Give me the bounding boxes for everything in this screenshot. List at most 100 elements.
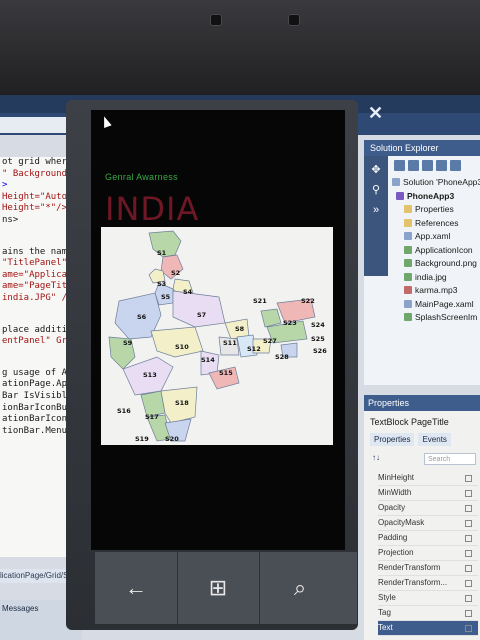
image-icon	[404, 313, 412, 321]
property-row[interactable]: Tag	[378, 606, 478, 621]
folder-icon	[404, 218, 412, 227]
properties-panel: Properties TextBlock PageTitle Propertie…	[364, 395, 480, 640]
india-map: S1 S2 S3 S4 S5 S6 S7 S8 S9 S10 S11 S12 S13 S14 S15 S16 S…	[108, 230, 327, 443]
image-icon	[404, 259, 412, 267]
property-row[interactable]: Projection	[378, 546, 478, 561]
state-label: S20	[165, 435, 179, 443]
solution-explorer-toolbar	[394, 158, 480, 172]
state-label: S23	[283, 319, 297, 327]
tree-item[interactable]: Background.png	[404, 257, 477, 270]
property-name: Tag	[378, 608, 391, 617]
view-designer-icon[interactable]	[450, 160, 461, 171]
tree-item[interactable]: SplashScreenIm	[404, 311, 477, 324]
image-icon	[404, 272, 412, 281]
bezel-button	[210, 14, 222, 26]
monitor-bezel	[0, 0, 480, 95]
state-label: S18	[175, 399, 189, 407]
state-label: S7	[197, 311, 206, 319]
tree-item-label: Properties	[415, 204, 454, 214]
tree-item[interactable]: karma.mp3	[404, 284, 458, 297]
state-label: S19	[135, 435, 149, 443]
move-icon[interactable]: ✥	[370, 164, 382, 176]
project-icon	[396, 191, 404, 200]
phone-hardware-buttons: ← ⊞ ⌕	[95, 552, 357, 624]
state-label: S16	[117, 407, 131, 415]
state-label: S28	[275, 353, 289, 361]
properties-title: Properties	[364, 395, 480, 411]
tree-item[interactable]: india.jpg	[404, 271, 447, 284]
state-label: S4	[183, 288, 193, 296]
show-all-files-icon[interactable]	[408, 160, 419, 171]
property-row[interactable]: MinWidth	[378, 486, 478, 501]
tree-item-label: SplashScreenIm	[415, 312, 478, 322]
file-icon	[404, 232, 412, 240]
folder-icon	[404, 205, 412, 213]
back-button[interactable]: ←	[95, 552, 178, 624]
property-name: MinHeight	[378, 473, 415, 482]
property-name: RenderTransform	[378, 563, 441, 572]
property-row[interactable]: Style	[378, 591, 478, 606]
state-label: S3	[157, 280, 166, 288]
property-name: Style	[378, 593, 396, 602]
property-marker-icon	[465, 475, 472, 482]
tree-item[interactable]: PhoneApp3	[396, 190, 454, 203]
map-region	[172, 290, 226, 328]
state-label: S10	[175, 343, 189, 351]
search-button[interactable]: ⌕	[259, 552, 341, 624]
solution-icon	[392, 178, 400, 186]
property-name: Text	[378, 623, 393, 632]
property-row[interactable]: OpacityMask	[378, 516, 478, 531]
tree-item-label: App.xaml	[415, 231, 451, 241]
state-label: S11	[223, 339, 237, 347]
image-icon	[404, 245, 412, 254]
property-row[interactable]: RenderTransform	[378, 561, 478, 576]
state-label: S17	[145, 413, 159, 421]
tree-item-label: india.jpg	[415, 271, 447, 282]
refresh-icon[interactable]	[422, 160, 433, 171]
property-row[interactable]: RenderTransform...	[378, 576, 478, 591]
solution-explorer: Solution Explorer ✥ ⚲ » Solution 'PhoneA…	[364, 140, 480, 385]
windows-start-button[interactable]: ⊞	[177, 552, 260, 624]
property-marker-icon	[465, 625, 472, 632]
tree-item[interactable]: MainPage.xaml	[404, 298, 474, 311]
property-marker-icon	[465, 535, 472, 542]
toolbox-strip: ✥ ⚲ »	[364, 156, 388, 276]
property-marker-icon	[465, 520, 472, 527]
state-label: S5	[161, 293, 171, 301]
tree-item[interactable]: App.xaml	[404, 230, 450, 243]
state-label: S2	[171, 269, 180, 277]
property-name: Opacity	[378, 503, 406, 512]
view-code-icon[interactable]	[436, 160, 447, 171]
state-label: S12	[247, 345, 261, 353]
property-marker-icon	[465, 505, 472, 512]
tab-properties[interactable]: Properties	[370, 433, 415, 446]
ide-tab[interactable]	[0, 117, 76, 133]
tree-item[interactable]: Properties	[404, 203, 454, 216]
tab-events[interactable]: Events	[418, 433, 451, 446]
properties-search-input[interactable]: Search	[424, 453, 476, 465]
property-marker-icon	[465, 490, 472, 497]
state-label: S8	[235, 325, 245, 333]
property-row[interactable]: MinHeight	[378, 471, 478, 486]
property-row[interactable]: Text	[378, 621, 478, 636]
property-name: RenderTransform...	[378, 578, 448, 587]
tree-item[interactable]: ApplicationIcon	[404, 244, 473, 257]
expand-icon[interactable]: »	[370, 204, 382, 216]
property-name: Padding	[378, 533, 408, 542]
tree-item-label: Background.png	[415, 258, 477, 268]
tree-item[interactable]: References	[404, 217, 458, 230]
property-row[interactable]: Padding	[378, 531, 478, 546]
property-name: Projection	[378, 548, 414, 557]
properties-icon[interactable]	[394, 160, 405, 171]
messages-tab[interactable]: Messages	[0, 604, 38, 613]
app-subtitle: Genral Awarness	[105, 172, 178, 182]
property-row[interactable]: Opacity	[378, 501, 478, 516]
state-label: S24	[311, 321, 325, 329]
property-marker-icon	[465, 595, 472, 602]
phone-screen: Genral Awarness INDIA S1 S2 S3 S4 S5 S6 …	[91, 110, 345, 550]
close-icon[interactable]: ✕	[368, 103, 383, 124]
sort-icon[interactable]: ↑↓	[372, 453, 380, 462]
tree-item[interactable]: Solution 'PhoneApp3'	[392, 176, 480, 189]
zoom-icon[interactable]: ⚲	[370, 184, 382, 196]
state-label: S14	[201, 356, 215, 364]
